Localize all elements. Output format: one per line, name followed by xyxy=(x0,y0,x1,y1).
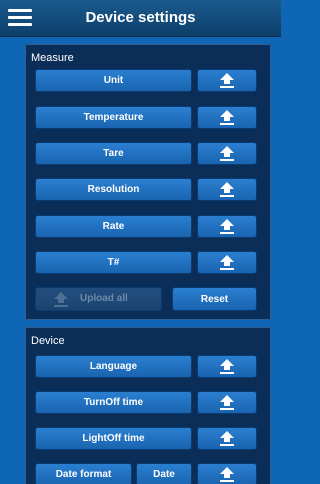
upload-arrow-icon xyxy=(198,216,256,237)
measure-panel: Measure Unit Temperature Tare Resolution xyxy=(25,44,271,320)
rate-button-label: Rate xyxy=(102,221,125,232)
page-title: Device settings xyxy=(85,9,196,26)
rate-button[interactable]: Rate xyxy=(35,215,192,238)
date-button[interactable]: Date xyxy=(136,463,192,484)
upload-arrow-icon xyxy=(198,143,256,164)
app-header: Device settings xyxy=(0,0,281,37)
turnoff-time-button[interactable]: TurnOff time xyxy=(35,391,192,414)
lightoff-time-button[interactable]: LightOff time xyxy=(35,427,192,450)
t-number-button[interactable]: T# xyxy=(35,251,192,274)
reset-button[interactable]: Reset xyxy=(172,287,257,311)
temperature-button[interactable]: Temperature xyxy=(35,106,192,129)
temperature-button-label: Temperature xyxy=(83,112,144,123)
upload-arrow-icon xyxy=(198,464,256,484)
lightoff-time-button-label: LightOff time xyxy=(82,433,145,444)
language-button-label: Language xyxy=(89,361,138,372)
temperature-upload-button[interactable] xyxy=(197,106,257,129)
upload-arrow-icon xyxy=(198,70,256,91)
upload-arrow-icon xyxy=(198,428,256,449)
measure-section-title: Measure xyxy=(31,52,74,64)
resolution-button[interactable]: Resolution xyxy=(35,178,192,201)
upload-arrow-icon xyxy=(198,356,256,377)
unit-upload-button[interactable] xyxy=(197,69,257,92)
unit-button[interactable]: Unit xyxy=(35,69,192,92)
upload-all-button[interactable]: Upload all xyxy=(35,287,162,311)
upload-arrow-icon xyxy=(198,107,256,128)
date-button-label: Date xyxy=(153,469,175,480)
date-format-button[interactable]: Date format xyxy=(35,463,132,484)
upload-arrow-icon xyxy=(198,252,256,273)
device-panel: Device Language TurnOff time LightOff ti… xyxy=(25,327,271,484)
tare-upload-button[interactable] xyxy=(197,142,257,165)
t-number-upload-button[interactable] xyxy=(197,251,257,274)
lightoff-time-upload-button[interactable] xyxy=(197,427,257,450)
date-upload-button[interactable] xyxy=(197,463,257,484)
reset-button-label: Reset xyxy=(200,293,229,305)
t-number-button-label: T# xyxy=(107,257,120,268)
turnoff-time-upload-button[interactable] xyxy=(197,391,257,414)
unit-button-label: Unit xyxy=(103,75,124,86)
upload-all-label: Upload all xyxy=(80,293,128,304)
upload-arrow-icon xyxy=(198,392,256,413)
language-button[interactable]: Language xyxy=(35,355,192,378)
date-format-button-label: Date format xyxy=(55,469,112,480)
upload-arrow-icon xyxy=(54,292,68,310)
resolution-upload-button[interactable] xyxy=(197,178,257,201)
tare-button-label: Tare xyxy=(103,148,124,159)
turnoff-time-button-label: TurnOff time xyxy=(83,397,144,408)
upload-arrow-icon xyxy=(198,179,256,200)
hamburger-menu-icon[interactable] xyxy=(8,7,32,27)
language-upload-button[interactable] xyxy=(197,355,257,378)
device-section-title: Device xyxy=(31,335,65,347)
rate-upload-button[interactable] xyxy=(197,215,257,238)
resolution-button-label: Resolution xyxy=(87,184,140,195)
tare-button[interactable]: Tare xyxy=(35,142,192,165)
